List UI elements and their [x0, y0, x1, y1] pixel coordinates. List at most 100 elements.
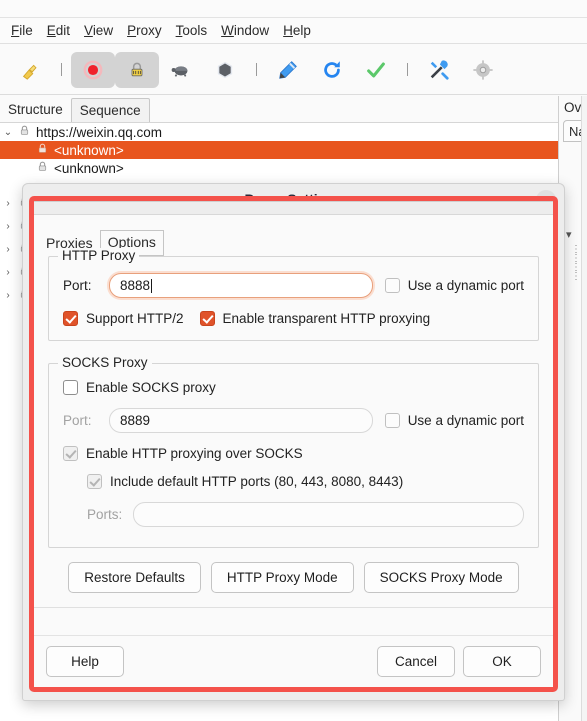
- menu-window[interactable]: Window: [214, 21, 276, 40]
- cancel-button[interactable]: Cancel: [377, 646, 455, 677]
- mode-button-row: Restore Defaults HTTP Proxy Mode SOCKS P…: [34, 548, 553, 593]
- menu-tools-rest: ools: [182, 23, 208, 38]
- text-caret: [151, 278, 153, 293]
- chevron-right-icon[interactable]: ›: [0, 198, 16, 209]
- http-over-socks-checkbox[interactable]: [63, 446, 78, 461]
- chevron-right-icon[interactable]: ›: [0, 221, 16, 232]
- http-dynamic-port-checkbox[interactable]: [384, 278, 400, 293]
- transparent-proxying-checkbox[interactable]: [199, 311, 215, 326]
- socks-enable-row: Enable SOCKS proxy: [63, 380, 524, 395]
- menu-tools[interactable]: Tools: [169, 21, 215, 40]
- ssl-proxying-lock-icon[interactable]: [115, 51, 159, 88]
- record-icon[interactable]: [71, 51, 115, 88]
- enable-socks-checkbox[interactable]: [63, 380, 78, 395]
- ok-button[interactable]: OK: [463, 646, 541, 677]
- http-over-socks-label: Enable HTTP proxying over SOCKS: [86, 446, 303, 461]
- lock-icon: [34, 160, 51, 176]
- application-window: File Edit View Proxy Tools Window Help S…: [0, 0, 587, 721]
- throttle-turtle-icon[interactable]: [159, 52, 203, 88]
- http-options-row: Support HTTP/2 Enable transparent HTTP p…: [63, 311, 524, 326]
- menu-view-mnemonic: V: [84, 23, 93, 38]
- menu-window-rest: indow: [233, 23, 270, 38]
- socks-ports-row: Ports:: [63, 502, 524, 527]
- http-port-value: 8888: [120, 278, 151, 293]
- menu-window-mnemonic: W: [221, 23, 234, 38]
- dialog-header-strip: [34, 202, 553, 215]
- tool-bar: [0, 45, 587, 95]
- socks-ports-input[interactable]: [133, 502, 524, 527]
- clear-session-icon[interactable]: [8, 52, 52, 88]
- menu-help-mnemonic: H: [283, 23, 293, 38]
- tree-row-host[interactable]: ⌄ https://weixin.qq.com: [0, 123, 558, 141]
- lock-icon: [16, 124, 33, 140]
- chevron-right-icon[interactable]: ›: [0, 290, 16, 301]
- menu-proxy[interactable]: Proxy: [120, 21, 169, 40]
- menu-help[interactable]: Help: [276, 21, 318, 40]
- help-button[interactable]: Help: [46, 646, 124, 677]
- menu-view[interactable]: View: [77, 21, 120, 40]
- http-proxy-group-legend: HTTP Proxy: [58, 248, 140, 263]
- menu-view-rest: iew: [92, 23, 114, 38]
- menu-file-mnemonic: F: [11, 23, 20, 38]
- http-port-input[interactable]: 8888: [109, 273, 373, 298]
- footer-divider: [34, 607, 553, 608]
- transparent-proxying-label: Enable transparent HTTP proxying: [222, 311, 431, 326]
- socks-port-input[interactable]: 8889: [109, 408, 373, 433]
- include-default-ports-row: Include default HTTP ports (80, 443, 808…: [63, 474, 524, 489]
- proxy-settings-dialog: Proxies Options HTTP Proxy Port: 8888 Us…: [34, 201, 553, 687]
- tree-row-label: <unknown>: [54, 160, 124, 176]
- restore-defaults-button[interactable]: Restore Defaults: [68, 562, 201, 593]
- include-default-ports-checkbox[interactable]: [87, 474, 102, 489]
- enable-socks-label: Enable SOCKS proxy: [86, 380, 216, 395]
- repeat-refresh-icon[interactable]: [310, 52, 354, 88]
- compose-pen-icon[interactable]: [266, 52, 310, 88]
- tree-row-label: <unknown>: [54, 142, 124, 158]
- tab-sequence[interactable]: Sequence: [70, 98, 150, 122]
- include-default-ports-label: Include default HTTP ports (80, 443, 808…: [110, 474, 404, 489]
- http-proxy-group: HTTP Proxy Port: 8888 Use a dynamic port…: [48, 248, 539, 341]
- tree-row-unknown-selected[interactable]: <unknown>: [0, 141, 558, 159]
- window-title-strip: [0, 0, 587, 18]
- menu-edit-rest: dit: [55, 23, 71, 38]
- menu-help-rest: elp: [292, 23, 311, 38]
- toolbar-separator-1: [61, 63, 62, 76]
- socks-port-label: Port:: [63, 413, 92, 428]
- http-port-row: Port: 8888 Use a dynamic port: [63, 273, 524, 298]
- lock-icon: [34, 142, 51, 158]
- socks-dynamic-port-checkbox[interactable]: [384, 413, 400, 428]
- menu-edit[interactable]: Edit: [40, 21, 77, 40]
- chevron-right-icon[interactable]: ›: [0, 244, 16, 255]
- menu-bar: File Edit View Proxy Tools Window Help: [0, 18, 587, 44]
- http-dynamic-port-label: Use a dynamic port: [407, 278, 524, 293]
- socks-proxy-group-legend: SOCKS Proxy: [58, 355, 152, 370]
- tree-row-label: https://weixin.qq.com: [36, 124, 163, 140]
- tools-icon[interactable]: [417, 52, 461, 88]
- socks-dynamic-port-label: Use a dynamic port: [407, 413, 524, 428]
- chevron-down-icon[interactable]: ⌄: [0, 127, 16, 138]
- settings-gear-icon[interactable]: [461, 52, 505, 88]
- dialog-footer: Help Cancel OK: [34, 635, 553, 687]
- support-http2-checkbox[interactable]: [63, 311, 78, 326]
- validate-check-icon[interactable]: [354, 52, 398, 88]
- menu-file-rest: ile: [19, 23, 33, 38]
- http-proxy-mode-button[interactable]: HTTP Proxy Mode: [210, 562, 354, 593]
- http-over-socks-row: Enable HTTP proxying over SOCKS: [63, 446, 524, 461]
- vertical-scrollbar[interactable]: [581, 96, 587, 721]
- socks-proxy-mode-button[interactable]: SOCKS Proxy Mode: [363, 562, 519, 593]
- support-http2-label: Support HTTP/2: [86, 311, 184, 326]
- toolbar-separator-3: [407, 63, 408, 76]
- menu-file[interactable]: File: [4, 21, 40, 40]
- toolbar-separator-2: [256, 63, 257, 76]
- menu-proxy-rest: roxy: [136, 23, 162, 38]
- http-port-label: Port:: [63, 278, 92, 293]
- menu-edit-mnemonic: E: [46, 23, 56, 38]
- socks-port-row: Port: 8889 Use a dynamic port: [63, 408, 524, 433]
- socks-ports-label: Ports:: [87, 507, 123, 522]
- view-tab-strip: Structure Sequence: [0, 96, 558, 122]
- menu-proxy-mnemonic: P: [127, 23, 137, 38]
- socks-port-value: 8889: [120, 413, 151, 428]
- breakpoint-hexagon-icon[interactable]: [203, 52, 247, 88]
- chevron-right-icon[interactable]: ›: [0, 267, 16, 278]
- tree-row-unknown[interactable]: <unknown>: [0, 159, 558, 177]
- tab-structure[interactable]: Structure: [0, 98, 71, 122]
